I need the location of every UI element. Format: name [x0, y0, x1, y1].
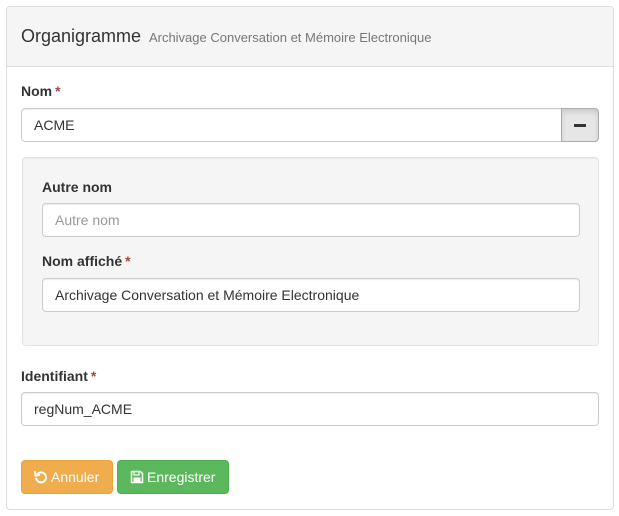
cancel-button-label: Annuler [51, 469, 100, 485]
alternate-names-well: Autre nom Nom affiché* [22, 157, 599, 346]
nom-affiche-label-text: Nom affiché [42, 253, 123, 269]
nom-affiche-label: Nom affiché * [42, 253, 131, 269]
identifiant-input[interactable] [21, 392, 599, 426]
identifiant-label-text: Identifiant [21, 368, 88, 384]
cancel-button[interactable]: Annuler [21, 460, 113, 494]
minus-icon [574, 123, 586, 127]
page-subtitle: Archivage Conversation et Mémoire Electr… [148, 30, 432, 45]
autre-nom-input[interactable] [42, 203, 580, 237]
save-button[interactable]: Enregistrer [117, 460, 229, 494]
nom-affiche-input[interactable] [42, 278, 580, 312]
nom-label: Nom * [21, 83, 61, 99]
autre-nom-label-text: Autre nom [42, 179, 112, 195]
required-marker: * [125, 253, 131, 269]
undo-icon [34, 470, 47, 484]
nom-label-text: Nom [21, 83, 53, 99]
remove-name-button[interactable] [561, 108, 599, 142]
save-button-label: Enregistrer [147, 469, 216, 485]
required-marker: * [55, 83, 61, 99]
nom-input[interactable] [21, 108, 562, 142]
autre-nom-label: Autre nom [42, 179, 112, 195]
organigramme-panel: Organigramme Archivage Conversation et M… [6, 6, 614, 510]
identifiant-label: Identifiant * [21, 368, 96, 384]
required-marker: * [90, 368, 97, 384]
floppy-disk-icon [130, 470, 144, 484]
panel-heading: Organigramme Archivage Conversation et M… [7, 7, 613, 67]
page-title: Organigramme [21, 26, 142, 46]
